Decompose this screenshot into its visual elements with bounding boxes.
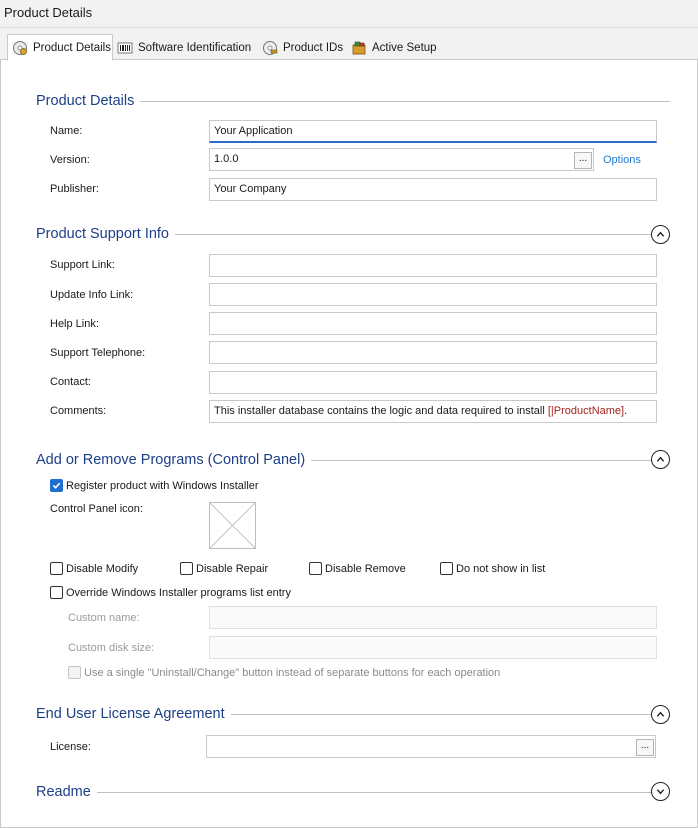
expand-readme-button[interactable] <box>651 782 670 801</box>
single-button-label: Use a single "Uninstall/Change" button i… <box>84 666 501 679</box>
single-button-checkbox[interactable]: Use a single "Uninstall/Change" button i… <box>68 666 500 679</box>
disable-modify-checkbox[interactable]: Disable Modify <box>50 562 138 575</box>
name-input[interactable]: Your Application <box>209 120 657 143</box>
tab-label: Product IDs <box>283 42 344 54</box>
update-info-link-input[interactable] <box>209 283 657 306</box>
barcode-icon <box>117 40 133 56</box>
tab-label: Active Setup <box>372 42 437 54</box>
collapse-support-info-button[interactable] <box>651 225 670 244</box>
tab-label: Product Details <box>33 41 111 54</box>
cd-gear-icon <box>12 40 28 56</box>
comments-input[interactable]: This installer database contains the log… <box>209 400 657 423</box>
version-browse-button[interactable]: ... <box>574 152 592 169</box>
comments-text: This installer database contains the log… <box>214 405 548 417</box>
section-title-product-details: Product Details <box>36 93 141 109</box>
section-title-add-remove-programs: Add or Remove Programs (Control Panel) <box>36 452 312 468</box>
override-entry-checkbox[interactable]: Override Windows Installer programs list… <box>50 586 291 599</box>
checkbox-unchecked-icon <box>309 562 322 575</box>
register-product-label: Register product with Windows Installer <box>66 479 259 492</box>
publisher-label: Publisher: <box>50 183 99 195</box>
comments-suffix: . <box>624 405 628 417</box>
options-link[interactable]: Options <box>603 154 641 166</box>
do-not-show-checkbox[interactable]: Do not show in list <box>440 562 545 575</box>
do-not-show-label: Do not show in list <box>456 562 546 575</box>
section-title-readme: Readme <box>36 784 97 800</box>
checkbox-checked-icon <box>50 479 63 492</box>
disable-modify-label: Disable Modify <box>66 562 139 575</box>
support-telephone-input[interactable] <box>209 341 657 364</box>
register-product-checkbox[interactable]: Register product with Windows Installer <box>50 479 259 492</box>
custom-name-label: Custom name: <box>68 612 140 624</box>
checkbox-unchecked-icon <box>180 562 193 575</box>
license-label: License: <box>50 741 91 753</box>
checkbox-unchecked-icon <box>50 562 63 575</box>
custom-disk-size-label: Custom disk size: <box>68 642 155 654</box>
chevron-up-icon <box>656 231 665 237</box>
license-browse-button[interactable]: ... <box>636 739 654 756</box>
support-telephone-label: Support Telephone: <box>50 347 146 359</box>
disable-remove-checkbox[interactable]: Disable Remove <box>309 562 406 575</box>
checkbox-unchecked-icon <box>440 562 453 575</box>
section-title-support-info: Product Support Info <box>36 226 175 242</box>
chevron-up-icon <box>656 711 665 717</box>
chevron-up-icon <box>656 456 665 462</box>
window-title-bar: Product Details <box>0 0 698 28</box>
version-input[interactable]: 1.0.0 <box>209 148 594 171</box>
disable-remove-label: Disable Remove <box>325 562 406 575</box>
tab-strip: Product Details Software Identification … <box>0 28 698 61</box>
support-link-label: Support Link: <box>50 259 115 271</box>
help-link-input[interactable] <box>209 312 657 335</box>
name-label: Name: <box>50 125 83 137</box>
section-title-eula: End User License Agreement <box>36 706 231 722</box>
tab-product-ids[interactable]: Product IDs <box>258 36 347 60</box>
license-input[interactable] <box>206 735 656 758</box>
cd-key-icon <box>262 40 278 56</box>
disable-repair-label: Disable Repair <box>196 562 269 575</box>
collapse-add-remove-programs-button[interactable] <box>651 450 670 469</box>
tab-label: Software Identification <box>138 42 252 54</box>
window-title: Product Details <box>4 5 93 20</box>
contact-label: Contact: <box>50 376 91 388</box>
help-link-label: Help Link: <box>50 318 99 330</box>
control-panel-icon-picker[interactable] <box>209 502 256 549</box>
collapse-eula-button[interactable] <box>651 705 670 724</box>
chevron-down-icon <box>656 789 665 795</box>
tab-product-details[interactable]: Product Details <box>7 34 113 61</box>
tab-software-identification[interactable]: Software Identification <box>113 36 255 60</box>
disable-repair-checkbox[interactable]: Disable Repair <box>180 562 268 575</box>
publisher-input[interactable]: Your Company <box>209 178 657 201</box>
custom-name-input[interactable] <box>209 606 657 629</box>
custom-disk-size-input[interactable] <box>209 636 657 659</box>
empty-image-icon <box>209 502 256 549</box>
section-divider <box>36 792 654 793</box>
checkbox-disabled-icon <box>68 666 81 679</box>
package-icon <box>351 40 367 56</box>
checkbox-unchecked-icon <box>50 586 63 599</box>
contact-input[interactable] <box>209 371 657 394</box>
version-label: Version: <box>50 154 90 166</box>
comments-label: Comments: <box>50 405 107 417</box>
tab-active-setup[interactable]: Active Setup <box>347 36 441 60</box>
comments-property-reference: [|ProductName] <box>547 405 625 417</box>
control-panel-icon-label: Control Panel icon: <box>50 503 143 515</box>
update-info-link-label: Update Info Link: <box>50 289 134 301</box>
support-link-input[interactable] <box>209 254 657 277</box>
override-entry-label: Override Windows Installer programs list… <box>66 586 291 599</box>
